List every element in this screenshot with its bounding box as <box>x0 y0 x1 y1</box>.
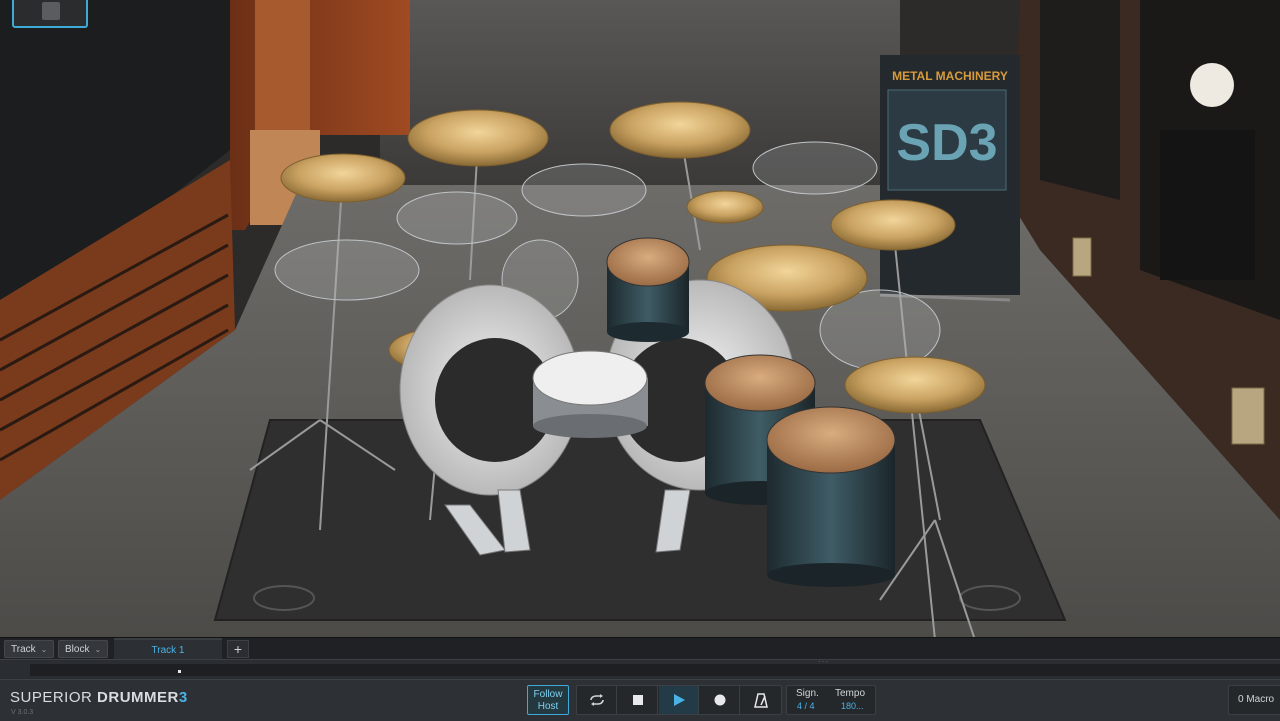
app-logo: SUPERIOR DRUMMER3 <box>10 689 188 706</box>
signature-tempo-display[interactable]: Sign. 4 / 4 Tempo 180... <box>786 685 876 715</box>
chevron-down-icon: ⌄ <box>94 645 102 654</box>
track-menu-button[interactable]: Track ⌄ <box>4 640 55 658</box>
drum-kit-view[interactable]: METAL MACHINERY SD3 <box>0 0 1280 637</box>
block-menu-label: Block <box>65 644 90 655</box>
song-timeline[interactable]: ··· <box>0 657 1280 680</box>
stop-icon <box>632 695 643 705</box>
follow-host-button[interactable]: Follow Host <box>527 685 569 715</box>
stop-button[interactable] <box>618 686 658 714</box>
version-label: V 3.0.3 <box>11 709 34 716</box>
metronome-icon <box>754 693 768 708</box>
drum-room-illustration: METAL MACHINERY SD3 <box>0 0 1280 637</box>
follow-host-line2: Host <box>537 701 559 712</box>
transport-bar: SUPERIOR DRUMMER3 V 3.0.3 Follow Host Si… <box>0 679 1280 721</box>
signature-value[interactable]: 4 / 4 <box>797 701 815 711</box>
macro-button[interactable]: 0 Macro <box>1228 685 1280 715</box>
follow-host-line1: Follow <box>533 689 563 700</box>
record-icon <box>714 694 725 706</box>
tempo-value[interactable]: 180... <box>841 701 864 711</box>
banner-logo: SD3 <box>896 114 997 172</box>
track-bar: Track ⌄ Block ⌄ Track 1 + <box>0 637 1280 660</box>
block-menu-button[interactable]: Block ⌄ <box>58 640 109 658</box>
play-icon <box>673 694 685 706</box>
resize-grip-icon[interactable]: ··· <box>818 657 829 666</box>
tab-track-1[interactable]: Track 1 <box>114 638 222 660</box>
loop-button[interactable] <box>577 686 617 714</box>
logo-number: 3 <box>178 689 188 706</box>
add-track-button[interactable]: + <box>227 640 249 658</box>
record-button[interactable] <box>700 686 740 714</box>
signature-label: Sign. <box>796 688 819 699</box>
kit-thumbnail[interactable] <box>12 0 88 28</box>
metronome-button[interactable] <box>741 686 781 714</box>
tempo-label: Tempo <box>835 688 866 699</box>
logo-word-drummer: DRUMMER <box>97 689 179 706</box>
track-menu-label: Track <box>11 644 36 655</box>
logo-word-superior: SUPERIOR <box>10 689 93 706</box>
playhead-marker[interactable] <box>178 670 181 673</box>
timeline-lane[interactable] <box>30 664 1280 676</box>
banner-title: METAL MACHINERY <box>892 69 1008 83</box>
chevron-down-icon: ⌄ <box>40 645 48 654</box>
transport-controls <box>576 685 782 715</box>
loop-icon <box>589 694 604 706</box>
play-button[interactable] <box>659 686 699 714</box>
